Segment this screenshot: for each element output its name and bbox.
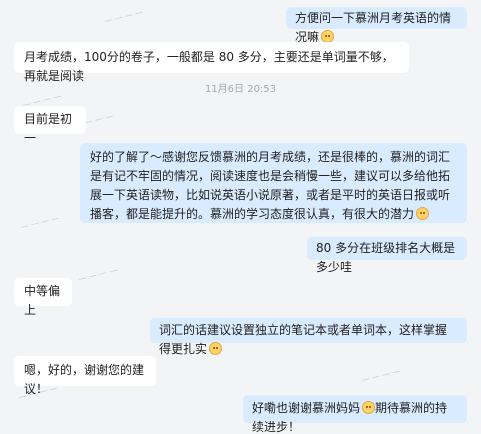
message-text: 目前是初一 [24, 112, 73, 145]
watermark: — — — — [103, 7, 145, 26]
message-bubble: 中等偏上 [14, 278, 72, 317]
watermark: — — — — [19, 213, 61, 232]
chat-window: — — — — — — — — — — — — — — — — — — — — … [0, 0, 481, 434]
message-bubble: 目前是初一 [14, 106, 86, 145]
message-text: 中等偏上 [24, 284, 61, 317]
message-bubble: 80 多分在班级排名大概是多少哇 [307, 237, 467, 274]
message-text: 词汇的话建议设置独立的笔记本或者单词本，这样掌握得更扎实 [159, 323, 448, 356]
message-bubble: 月考成绩，100分的卷子，一般都是 80 多分，主要还是单词量不够，再就是阅读 [14, 42, 409, 83]
message-bubble: 好的了解了～感谢您反馈慕洲的月考成绩，还是很棒的，慕洲的词汇是有记不牢固的情况，… [80, 143, 467, 223]
smiling-face-icon [209, 342, 223, 355]
watermark: — — — — [360, 366, 402, 385]
smiling-face-icon [416, 207, 430, 220]
message-text: 好的了解了～感谢您反馈慕洲的月考成绩，还是很棒的，慕洲的词汇是有记不牢固的情况，… [90, 150, 451, 221]
message-text: 好嘞也谢谢慕洲妈妈 [252, 401, 361, 415]
message-text: 方便问一下慕洲月考英语的情况嘛 [295, 11, 452, 44]
message-timestamp: 11月6日 20:53 [204, 84, 277, 95]
watermark: — — — — [77, 265, 119, 284]
message-bubble: 方便问一下慕洲月考英语的情况嘛 [286, 7, 467, 44]
smiling-face-icon [362, 401, 376, 414]
message-bubble: 嗯，好的，谢谢您的建议！ [14, 356, 156, 396]
message-text: 嗯，好的，谢谢您的建议！ [24, 363, 145, 396]
message-bubble: 词汇的话建议设置独立的笔记本或者单词本，这样掌握得更扎实 [150, 318, 467, 356]
message-bubble: 好嘞也谢谢慕洲妈妈 期待慕洲的持续进步！ [243, 395, 467, 434]
message-text: 80 多分在班级排名大概是多少哇 [316, 241, 456, 274]
message-text: 月考成绩，100分的卷子，一般都是 80 多分，主要还是单词量不够，再就是阅读 [24, 50, 394, 83]
